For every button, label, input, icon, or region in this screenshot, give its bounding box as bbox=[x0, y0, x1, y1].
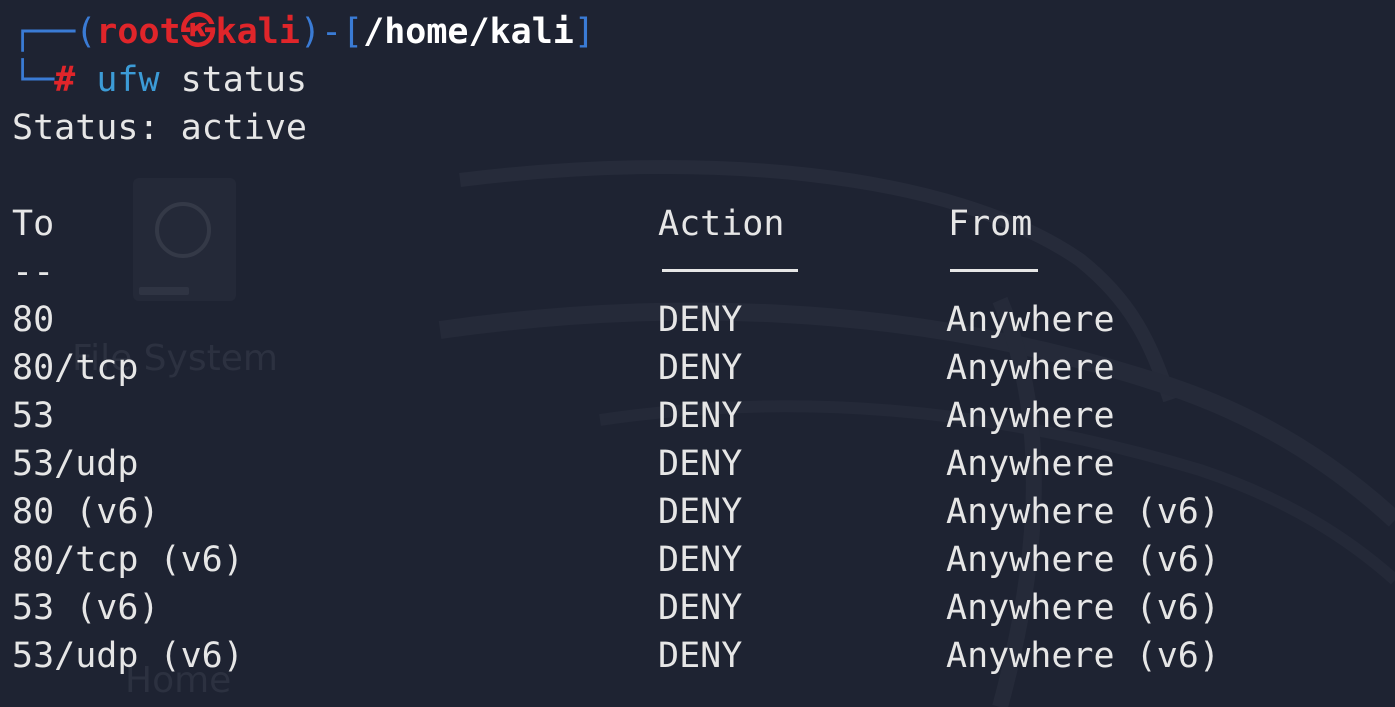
rule-from-cell: Anywhere (v6) bbox=[946, 636, 1220, 676]
prompt-host: kali bbox=[215, 12, 300, 52]
rule-action-cell: DENY bbox=[658, 588, 743, 628]
rule-from-cell: Anywhere (v6) bbox=[946, 540, 1220, 580]
rule-to-cell: 80/tcp (v6) bbox=[12, 540, 244, 580]
rule-action-cell: DENY bbox=[658, 300, 743, 340]
separator-from bbox=[950, 269, 1038, 272]
rule-from-cell: Anywhere (v6) bbox=[946, 588, 1220, 628]
header-to: To bbox=[12, 204, 55, 244]
rule-action-cell: DENY bbox=[658, 396, 743, 436]
rule-from-cell: Anywhere bbox=[946, 396, 1115, 436]
prompt-hash: # bbox=[54, 60, 76, 100]
rule-from-cell: Anywhere (v6) bbox=[946, 492, 1220, 532]
rule-from-cell: Anywhere bbox=[946, 348, 1115, 388]
prompt-frame-corner: └─ bbox=[12, 60, 55, 100]
separator-action bbox=[662, 269, 798, 272]
header-from: From bbox=[948, 204, 1033, 244]
separator-to: -- bbox=[12, 252, 55, 292]
prompt-frame-mid: )-[ bbox=[299, 12, 364, 52]
rule-to-cell: 53/udp (v6) bbox=[12, 636, 244, 676]
header-action: Action bbox=[658, 204, 785, 244]
prompt-at-symbol: ㉿ bbox=[180, 12, 216, 52]
prompt-user: root bbox=[96, 12, 181, 52]
prompt-frame-open: ┌──( bbox=[12, 12, 97, 52]
terminal-window[interactable]: File System Home ┌──(root㉿kali)-[/home/k… bbox=[0, 0, 1395, 707]
prompt-line: ┌──(root㉿kali)-[/home/kali] bbox=[12, 8, 595, 56]
status-line: Status: active bbox=[12, 108, 308, 148]
command-line: └─# ufw status bbox=[12, 56, 307, 104]
command-args: status bbox=[180, 60, 308, 100]
rule-action-cell: DENY bbox=[658, 636, 743, 676]
rule-action-cell: DENY bbox=[658, 444, 743, 484]
rule-from-cell: Anywhere bbox=[946, 444, 1115, 484]
rule-to-cell: 80 bbox=[12, 300, 55, 340]
rule-to-cell: 53 (v6) bbox=[12, 588, 160, 628]
prompt-path: /home/kali bbox=[363, 12, 574, 52]
file-system-desktop-icon[interactable] bbox=[133, 178, 236, 301]
rule-action-cell: DENY bbox=[658, 540, 743, 580]
rule-to-cell: 53 bbox=[12, 396, 55, 436]
rule-action-cell: DENY bbox=[658, 492, 743, 532]
rule-from-cell: Anywhere bbox=[946, 300, 1115, 340]
hard-drive-icon bbox=[155, 202, 211, 258]
rule-to-cell: 80 (v6) bbox=[12, 492, 160, 532]
command-name: ufw bbox=[96, 60, 160, 100]
rule-action-cell: DENY bbox=[658, 348, 743, 388]
rule-to-cell: 53/udp bbox=[12, 444, 139, 484]
rule-to-cell: 80/tcp bbox=[12, 348, 139, 388]
prompt-frame-close: ] bbox=[573, 12, 595, 52]
